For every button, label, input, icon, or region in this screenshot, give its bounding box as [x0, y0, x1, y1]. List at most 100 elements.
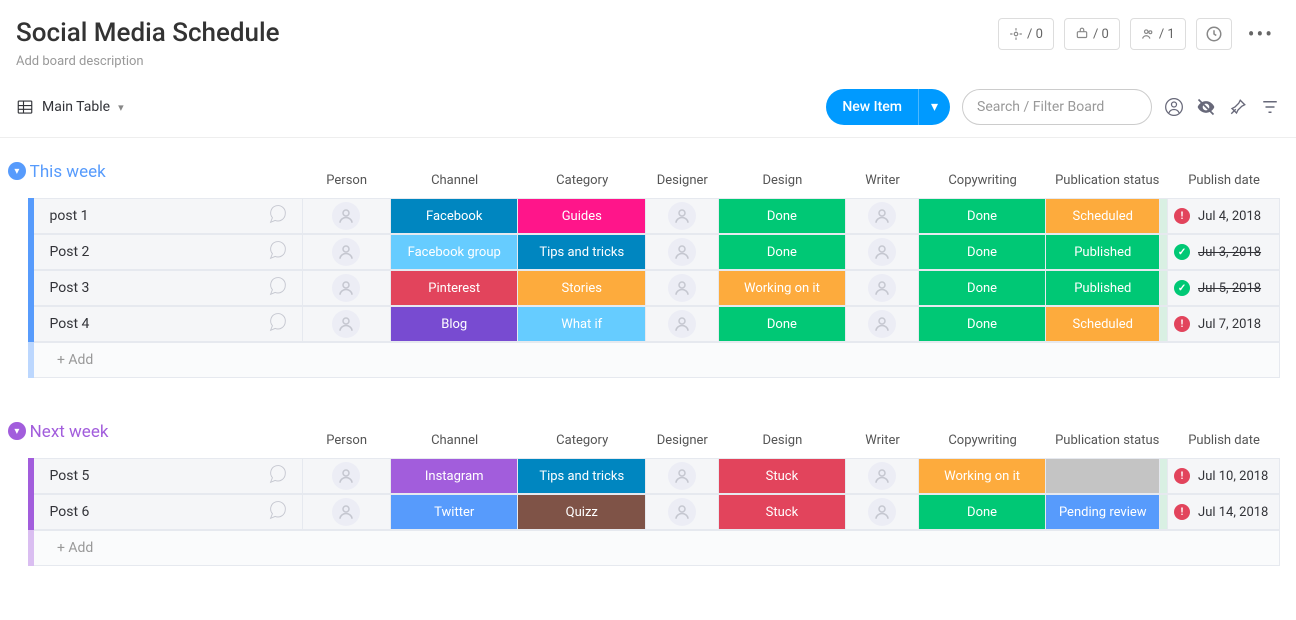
design-status-cell[interactable]: Done [719, 306, 847, 342]
publish-date-cell[interactable]: ! Jul 10, 2018 [1168, 458, 1280, 494]
column-header[interactable]: Category [518, 422, 646, 458]
person-cell[interactable] [303, 306, 391, 342]
publication-status-cell[interactable]: Published [1046, 234, 1160, 270]
publish-date-cell[interactable]: ✓ Jul 5, 2018 [1168, 270, 1280, 306]
avatar-placeholder[interactable] [332, 202, 360, 230]
avatar-placeholder[interactable] [868, 310, 896, 338]
column-header[interactable]: Publication status [1046, 162, 1168, 198]
person-filter-icon[interactable] [1164, 96, 1184, 118]
category-cell[interactable]: Stories [518, 270, 646, 306]
column-header[interactable]: Person [303, 162, 391, 198]
avatar-placeholder[interactable] [868, 498, 896, 526]
column-header[interactable]: Designer [646, 162, 719, 198]
writer-cell[interactable] [846, 458, 919, 494]
channel-cell[interactable]: Instagram [391, 458, 519, 494]
publish-date-cell[interactable]: ! Jul 7, 2018 [1168, 306, 1280, 342]
channel-cell[interactable]: Facebook group [391, 234, 519, 270]
add-item-row[interactable]: + Add [34, 342, 1280, 378]
column-header[interactable]: Channel [391, 162, 519, 198]
new-item-button[interactable]: New Item ▾ [826, 89, 950, 125]
designer-cell[interactable] [646, 494, 719, 530]
copywriting-status-cell[interactable]: Done [919, 270, 1047, 306]
column-header[interactable]: Publish date [1168, 422, 1280, 458]
publish-date-cell[interactable]: ! Jul 14, 2018 [1168, 494, 1280, 530]
avatar-placeholder[interactable] [332, 498, 360, 526]
writer-cell[interactable] [846, 270, 919, 306]
conversation-icon[interactable] [266, 463, 288, 489]
avatar-placeholder[interactable] [668, 498, 696, 526]
person-cell[interactable] [303, 234, 391, 270]
avatar-placeholder[interactable] [868, 202, 896, 230]
designer-cell[interactable] [646, 458, 719, 494]
conversation-icon[interactable] [266, 311, 288, 337]
add-item-row[interactable]: + Add [34, 530, 1280, 566]
publish-date-cell[interactable]: ✓ Jul 3, 2018 [1168, 234, 1280, 270]
designer-cell[interactable] [646, 306, 719, 342]
activity-pill[interactable] [1196, 18, 1232, 50]
column-header[interactable]: Publish date [1168, 162, 1280, 198]
design-status-cell[interactable]: Stuck [719, 458, 847, 494]
avatar-placeholder[interactable] [668, 202, 696, 230]
integration-pill-1[interactable]: / 0 [998, 18, 1054, 50]
board-description[interactable]: Add board description [16, 54, 280, 69]
publication-status-cell[interactable]: Scheduled [1046, 198, 1160, 234]
filter-icon[interactable] [1260, 98, 1280, 116]
category-cell[interactable]: Tips and tricks [518, 458, 646, 494]
item-name-cell[interactable]: Post 4 [34, 306, 303, 342]
designer-cell[interactable] [646, 234, 719, 270]
column-header[interactable]: Design [719, 162, 847, 198]
group-title[interactable]: This week [30, 162, 303, 198]
group-collapse-toggle[interactable]: ▾ [8, 422, 26, 440]
person-cell[interactable] [303, 270, 391, 306]
writer-cell[interactable] [846, 234, 919, 270]
avatar-placeholder[interactable] [332, 462, 360, 490]
design-status-cell[interactable]: Done [719, 198, 847, 234]
category-cell[interactable]: What if [518, 306, 646, 342]
avatar-placeholder[interactable] [868, 462, 896, 490]
publication-status-cell[interactable] [1046, 458, 1160, 494]
members-pill[interactable]: / 1 [1130, 18, 1186, 50]
channel-cell[interactable]: Blog [391, 306, 519, 342]
person-cell[interactable] [303, 494, 391, 530]
new-item-dropdown[interactable]: ▾ [918, 89, 950, 125]
avatar-placeholder[interactable] [868, 238, 896, 266]
avatar-placeholder[interactable] [868, 274, 896, 302]
group-collapse-toggle[interactable]: ▾ [8, 162, 26, 180]
copywriting-status-cell[interactable]: Done [919, 234, 1047, 270]
category-cell[interactable]: Guides [518, 198, 646, 234]
item-name-cell[interactable]: Post 5 [34, 458, 303, 494]
person-cell[interactable] [303, 458, 391, 494]
channel-cell[interactable]: Twitter [391, 494, 519, 530]
category-cell[interactable]: Tips and tricks [518, 234, 646, 270]
category-cell[interactable]: Quizz [518, 494, 646, 530]
item-name-cell[interactable]: Post 6 [34, 494, 303, 530]
column-header[interactable]: Designer [646, 422, 719, 458]
conversation-icon[interactable] [266, 499, 288, 525]
publication-status-cell[interactable]: Pending review [1046, 494, 1160, 530]
column-header[interactable]: Writer [846, 162, 919, 198]
conversation-icon[interactable] [266, 239, 288, 265]
person-cell[interactable] [303, 198, 391, 234]
column-header[interactable]: Copywriting [919, 422, 1047, 458]
item-name-cell[interactable]: Post 2 [34, 234, 303, 270]
conversation-icon[interactable] [266, 203, 288, 229]
column-header[interactable]: Category [518, 162, 646, 198]
column-header[interactable]: Channel [391, 422, 519, 458]
copywriting-status-cell[interactable]: Done [919, 494, 1047, 530]
publication-status-cell[interactable]: Scheduled [1046, 306, 1160, 342]
view-selector[interactable]: Main Table ▾ [16, 98, 124, 116]
copywriting-status-cell[interactable]: Working on it [919, 458, 1047, 494]
pin-icon[interactable] [1228, 98, 1248, 116]
item-name-cell[interactable]: Post 3 [34, 270, 303, 306]
copywriting-status-cell[interactable]: Done [919, 198, 1047, 234]
channel-cell[interactable]: Facebook [391, 198, 519, 234]
publication-status-cell[interactable]: Published [1046, 270, 1160, 306]
column-header[interactable]: Publication status [1046, 422, 1168, 458]
channel-cell[interactable]: Pinterest [391, 270, 519, 306]
copywriting-status-cell[interactable]: Done [919, 306, 1047, 342]
designer-cell[interactable] [646, 270, 719, 306]
avatar-placeholder[interactable] [332, 238, 360, 266]
design-status-cell[interactable]: Done [719, 234, 847, 270]
conversation-icon[interactable] [266, 275, 288, 301]
hide-icon[interactable] [1196, 97, 1216, 117]
